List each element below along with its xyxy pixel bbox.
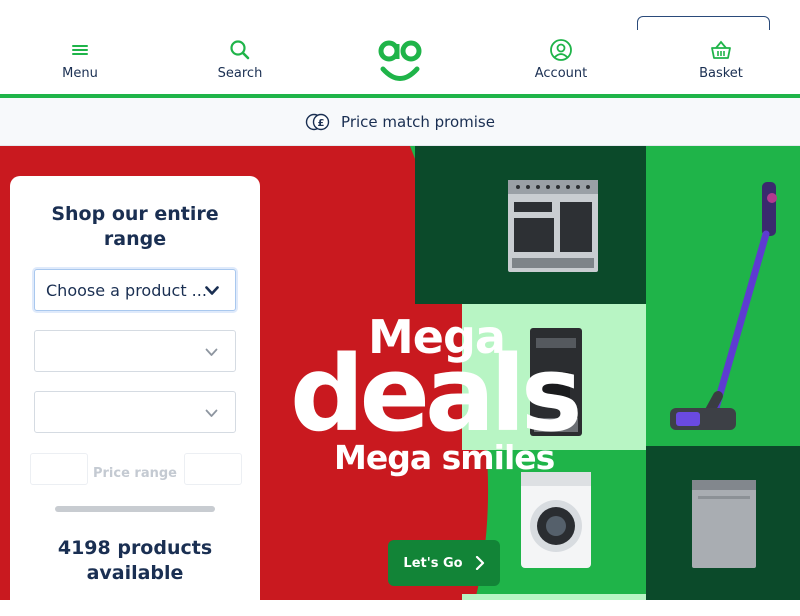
- chevron-down-icon: [205, 286, 219, 295]
- price-range-slider[interactable]: [55, 506, 215, 512]
- lets-go-button[interactable]: Let's Go: [388, 540, 500, 586]
- product-finder-card: Shop our entire range Choose a product .…: [10, 176, 260, 616]
- price-max-box[interactable]: [184, 453, 242, 485]
- pound-coin-icon: £: [305, 113, 330, 130]
- hero-headline-bottom: Mega smiles: [334, 438, 555, 477]
- site-header: Menu Search Account Basket: [0, 30, 800, 94]
- basket-button[interactable]: Basket: [681, 38, 761, 81]
- range-cooker-image: [508, 180, 598, 272]
- subcategory-select[interactable]: [34, 330, 236, 372]
- price-match-text: Price match promise: [341, 112, 495, 131]
- washing-machine-image: [521, 472, 591, 568]
- account-button[interactable]: Account: [521, 38, 601, 81]
- ao-logo[interactable]: [378, 40, 422, 86]
- dishwasher-image: [692, 480, 756, 568]
- menu-button[interactable]: Menu: [40, 38, 120, 81]
- svg-text:£: £: [318, 118, 325, 129]
- search-label: Search: [217, 66, 263, 81]
- category-select[interactable]: Choose a product ...: [34, 269, 236, 311]
- category-select-value: Choose a product ...: [46, 281, 207, 300]
- lets-go-label: Let's Go: [403, 555, 463, 571]
- search-icon: [230, 40, 250, 60]
- menu-label: Menu: [62, 66, 98, 81]
- price-match-bar[interactable]: £ Price match promise: [0, 98, 800, 146]
- top-announcement-strip: [0, 0, 800, 30]
- chevron-down-icon: [205, 348, 218, 356]
- brand-select[interactable]: [34, 391, 236, 433]
- basket-label: Basket: [699, 66, 743, 81]
- chevron-right-icon: [475, 556, 484, 570]
- account-icon: [550, 39, 572, 61]
- top-strip-button[interactable]: [637, 16, 770, 30]
- hero-headline-main: deals: [290, 333, 583, 455]
- finder-title: Shop our entire range: [51, 203, 219, 250]
- products-count: 4198 products available: [57, 537, 213, 584]
- chevron-down-icon: [205, 409, 218, 417]
- account-label: Account: [534, 66, 588, 81]
- menu-icon: [72, 45, 88, 55]
- basket-icon: [711, 40, 731, 59]
- price-range-label: Price range: [92, 466, 177, 481]
- search-button[interactable]: Search: [200, 38, 280, 81]
